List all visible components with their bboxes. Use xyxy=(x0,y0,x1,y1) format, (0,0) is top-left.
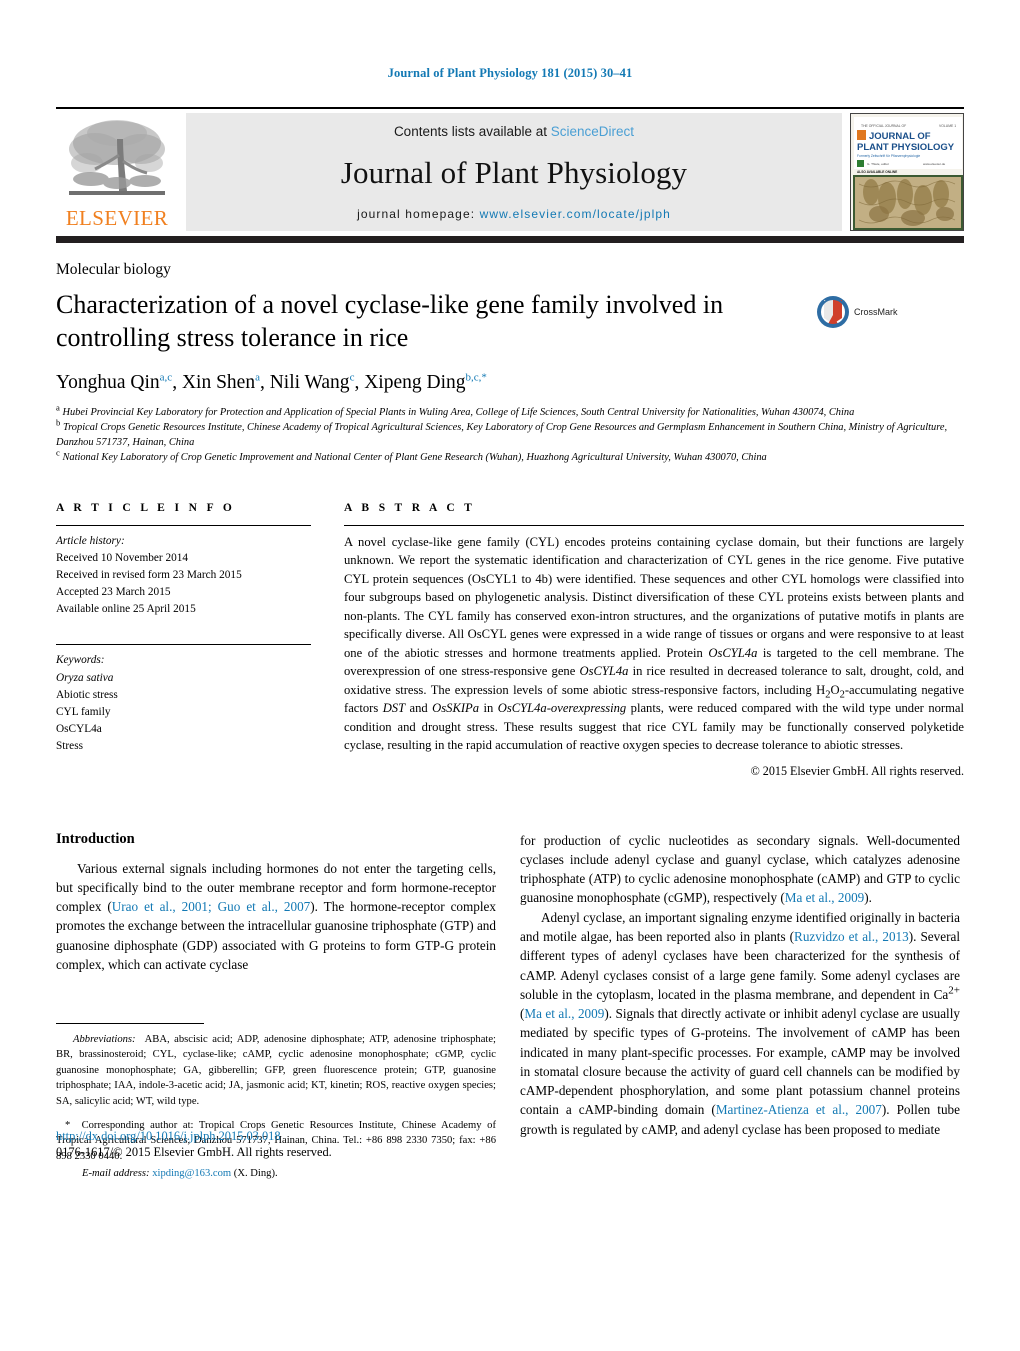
intro-paragraph-right-1: for production of cyclic nucleotides as … xyxy=(520,832,960,906)
page-title: Characterization of a novel cyclase-like… xyxy=(56,290,724,352)
article-page: Journal of Plant Physiology 181 (2015) 3… xyxy=(0,0,1020,1351)
introduction-heading: Introduction xyxy=(56,830,135,847)
affiliation-marker-a: a xyxy=(56,402,60,413)
abstract-copyright: © 2015 Elsevier GmbH. All rights reserve… xyxy=(750,763,964,778)
masthead-black-bar xyxy=(56,236,964,243)
article-info-heading: A R T I C L E I N F O xyxy=(56,501,236,514)
masthead-top-rule xyxy=(56,107,964,109)
keyword-item: Oryza sativa xyxy=(56,671,114,684)
svg-text:G. Thiele, editor: G. Thiele, editor xyxy=(867,162,889,166)
svg-text:Formerly Zeitschrift für Pflan: Formerly Zeitschrift für Pflanzenphysiol… xyxy=(857,154,920,158)
elsevier-tree-icon xyxy=(65,115,169,207)
author-list: Yonghua Qina,c, Xin Shena, Nili Wangc, X… xyxy=(56,371,487,393)
contents-list-line: Contents lists available at ScienceDirec… xyxy=(394,124,634,139)
keywords-label: Keywords: xyxy=(56,654,105,667)
citation-link[interactable]: Urao et al., 2001; Guo et al., 2007 xyxy=(112,899,311,914)
column-gap xyxy=(311,502,344,779)
history-revised: Received in revised form 23 March 2015 xyxy=(56,569,242,581)
keyword-item: Abiotic stress xyxy=(56,688,118,701)
history-received: Received 10 November 2014 xyxy=(56,551,189,564)
abstract-column: A B S T R A C T A novel cyclase-like gen… xyxy=(344,502,964,779)
doi-link[interactable]: http://dx.doi.org/10.1016/j.jplph.2015.0… xyxy=(56,1129,496,1144)
contents-prefix: Contents lists available at xyxy=(393,124,551,139)
abstract-rule xyxy=(344,524,964,526)
article-history-label: Article history: xyxy=(56,534,125,547)
article-info-column: A R T I C L E I N F O Article history: R… xyxy=(56,502,311,779)
keyword-item: CYL family xyxy=(56,705,111,718)
journal-title: Journal of Plant Physiology xyxy=(340,155,688,190)
sciencedirect-link[interactable]: ScienceDirect xyxy=(551,124,634,139)
body-right-column: for production of cyclic nucleotides as … xyxy=(520,831,960,1139)
body-column-gap xyxy=(496,831,520,1139)
info-abstract-section: A R T I C L E I N F O Article history: R… xyxy=(56,502,964,779)
history-online: Available online 25 April 2015 xyxy=(56,603,196,616)
intro-paragraph-left: Various external signals including hormo… xyxy=(56,860,496,973)
citation-link[interactable]: Ruzvidzo et al., 2013 xyxy=(794,929,909,944)
body-columns: Introduction Various external signals in… xyxy=(56,830,964,1179)
citation-link[interactable]: Ma et al., 2009 xyxy=(524,1006,604,1021)
svg-text:PLANT PHYSIOLOGY: PLANT PHYSIOLOGY xyxy=(857,142,955,153)
svg-text:ALSO AVAILABLE ONLINE: ALSO AVAILABLE ONLINE xyxy=(857,170,897,174)
affiliations: a Hubei Provincial Key Laboratory for Pr… xyxy=(56,402,964,466)
affiliation-b-text: Tropical Crops Genetic Resources Institu… xyxy=(56,421,948,449)
svg-text:THE OFFICIAL JOURNAL OF: THE OFFICIAL JOURNAL OF xyxy=(861,124,906,128)
abbreviations-footnote: Abbreviations: ABA, abscisic acid; ADP, … xyxy=(56,1033,496,1107)
crossmark-label: CrossMark xyxy=(854,307,898,317)
affiliation-a: a Hubei Provincial Key Laboratory for Pr… xyxy=(56,402,964,420)
svg-text:JOURNAL OF: JOURNAL OF xyxy=(869,131,931,142)
body-left-column: Introduction Various external signals in… xyxy=(56,830,496,1179)
email-link[interactable]: xipding@163.com xyxy=(152,1168,231,1179)
affiliation-marker-c: c xyxy=(56,447,60,458)
title-row: Characterization of a novel cyclase-like… xyxy=(56,289,964,355)
abstract-heading: A B S T R A C T xyxy=(344,501,476,514)
email-footnote: E-mail address: xipding@163.com (X. Ding… xyxy=(82,1168,278,1180)
journal-cover-thumbnail[interactable]: THE OFFICIAL JOURNAL OF VOLUME 1 JOURNAL… xyxy=(850,113,964,231)
article-info-rule xyxy=(56,524,311,526)
homepage-prefix: journal homepage: xyxy=(357,207,480,221)
affiliation-c: c National Key Laboratory of Crop Geneti… xyxy=(56,447,964,465)
keyword-item: OsCYL4a xyxy=(56,723,102,736)
affiliation-marker-b: b xyxy=(56,417,61,428)
svg-text:www.elsevier.de: www.elsevier.de xyxy=(923,162,945,166)
abstract-body: A novel cyclase-like gene family (CYL) e… xyxy=(344,534,965,753)
journal-masthead: ELSEVIER Contents lists available at Sci… xyxy=(56,113,964,231)
affiliation-b: b Tropical Crops Genetic Resources Insti… xyxy=(56,417,964,451)
keyword-item: Stress xyxy=(56,740,83,753)
affiliation-c-text: National Key Laboratory of Crop Genetic … xyxy=(62,452,767,464)
keywords-rule xyxy=(56,644,311,646)
homepage-url-link[interactable]: www.elsevier.com/locate/jplph xyxy=(480,207,671,221)
intro-paragraph-right-2: Adenyl cyclase, an important signaling e… xyxy=(520,909,961,1137)
elsevier-logo: ELSEVIER xyxy=(56,113,178,231)
keywords-block: Keywords: Oryza sativa Abiotic stress CY… xyxy=(56,652,311,755)
masthead-center-panel: Contents lists available at ScienceDirec… xyxy=(186,113,842,231)
citation-link[interactable]: Martinez-Atienza et al., 2007 xyxy=(716,1102,882,1117)
crossmark-badge[interactable]: CrossMark xyxy=(816,289,926,329)
svg-text:VOLUME 1: VOLUME 1 xyxy=(939,124,956,128)
crossmark-icon xyxy=(817,296,849,328)
journal-homepage-line: journal homepage: www.elsevier.com/locat… xyxy=(357,207,671,221)
elsevier-wordmark: ELSEVIER xyxy=(65,206,169,230)
article-section-label: Molecular biology xyxy=(56,261,171,278)
history-accepted: Accepted 23 March 2015 xyxy=(56,586,171,599)
article-history-block: Article history: Received 10 November 20… xyxy=(56,533,311,619)
running-head: Journal of Plant Physiology 181 (2015) 3… xyxy=(387,66,633,80)
footer-block: http://dx.doi.org/10.1016/j.jplph.2015.0… xyxy=(56,1129,496,1160)
affiliation-a-text: Hubei Provincial Key Laboratory for Prot… xyxy=(62,406,855,418)
footnote-rule xyxy=(56,1022,204,1024)
citation-link[interactable]: Ma et al., 2009 xyxy=(785,890,864,905)
issn-copyright-line: 0176-1617/© 2015 Elsevier GmbH. All righ… xyxy=(56,1144,332,1159)
